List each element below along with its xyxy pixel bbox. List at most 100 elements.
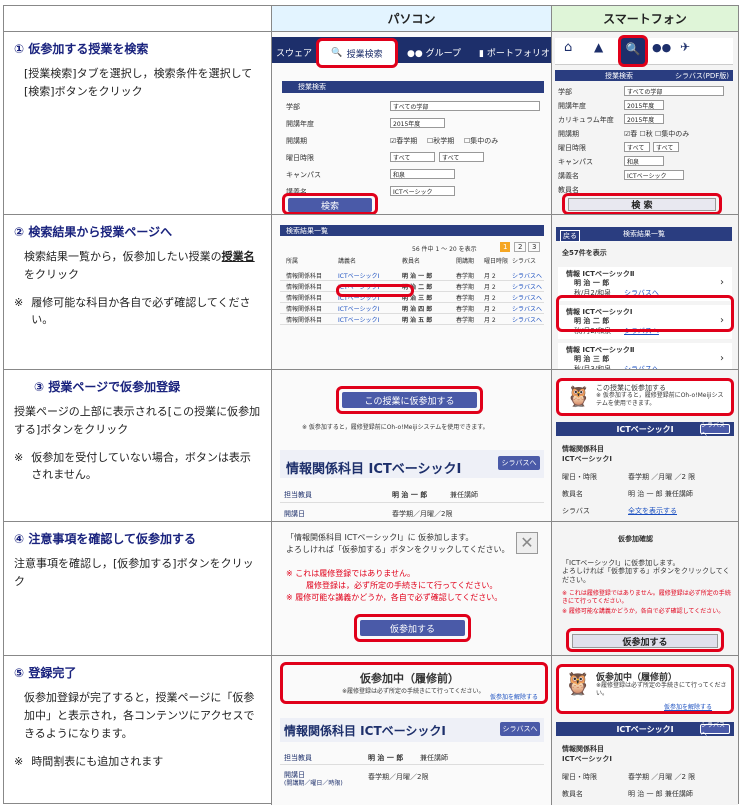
pc2-cell[interactable]: ICTベーシックⅠ: [338, 271, 379, 280]
pc1-r3-select-b[interactable]: すべて: [439, 152, 484, 162]
pc4-red2: 履修登録は，必ず所定の手続きにて行ってください。: [306, 581, 498, 590]
pc1-r4-select[interactable]: 和泉: [390, 169, 455, 179]
pc3-r2-label: 開講日: [284, 510, 305, 518]
sp1-chk-1: 秋: [645, 130, 653, 138]
pc2-cell[interactable]: シラバスへ: [512, 271, 542, 280]
pc2-cell[interactable]: シラバスへ: [512, 293, 542, 302]
sp1-r6-input[interactable]: ICTベーシック: [624, 170, 684, 180]
pc1-panel-label: 授業検索: [298, 83, 326, 91]
sp4-bar: 仮参加確認: [618, 535, 653, 543]
sp1-r0-select[interactable]: すべての学部: [624, 86, 724, 96]
sp1-bar-label: 授業検索: [605, 71, 633, 80]
sp1-syl-label: シラバス(PDF版): [674, 71, 729, 80]
step2-desc-course-name: 授業名: [221, 250, 255, 263]
pc1-r0-label: 学部: [286, 103, 300, 111]
pc5-r1-value: 明 治 一 郎: [368, 754, 404, 762]
pc2-cell[interactable]: シラバスへ: [512, 304, 542, 313]
sp1-r1-select[interactable]: 2015年度: [624, 100, 664, 110]
sp5-r1-value: 明 治 一 郎 兼任講師: [628, 790, 693, 798]
step2-desc-c: をクリック: [24, 268, 79, 281]
pc1-highlight-search: [282, 193, 378, 214]
pc1-chk-intensive[interactable]: ☐集中のみ: [464, 136, 498, 146]
pc1-panel-bar: 授業検索: [282, 81, 544, 93]
step2-cell: ② 検索結果から授業ページへ 検索結果一覧から，仮参加したい授業の授業名をクリッ…: [4, 215, 272, 370]
sp2-screenshot: 検索結果一覧 戻る 全57件を表示 情報 ICTベーシックⅡ 明 治 一 郎秋/月…: [552, 215, 738, 370]
pc4-line1: 「情報関係科目 ICTベーシックⅠ」に 仮参加します。: [286, 533, 474, 542]
pc2-page-3[interactable]: 3: [528, 242, 541, 252]
sp3-course-label: ICTベーシックⅠ: [616, 424, 674, 434]
pc1-screenshot: スウェア 🔍 授業検索 ●● グループ ▮ ポートフォリオ 授業検索 学部 すべて…: [272, 32, 552, 215]
pc1-chk-autumn-label: 秋学期: [433, 137, 455, 145]
chevron-right-icon: ›: [720, 353, 724, 364]
sp1-chk[interactable]: ☑春 ☐秋 ☐集中のみ: [624, 129, 689, 139]
step5-title: ⑤ 登録完了: [14, 666, 77, 680]
close-icon[interactable]: ✕: [516, 532, 538, 554]
pc2-cell: 春学期: [456, 306, 475, 313]
list-item-teacher: 明 治 一 郎: [574, 279, 610, 287]
pc1-chk-autumn[interactable]: ☐秋学期: [427, 136, 454, 146]
sp1-chk-2: 集中のみ: [661, 130, 690, 138]
sp5-k2: ICTベーシックⅠ: [562, 755, 612, 763]
pc4-red1: ※ これは履修登録ではありません。: [286, 569, 416, 578]
guide-table: パソコン スマートフォン ① 仮参加する授業を検索 [授業検索]タブを選択し，検…: [3, 5, 739, 805]
pc1-r1-select[interactable]: 2015年度: [390, 118, 445, 128]
pc2-col-header: 講義名: [338, 258, 357, 265]
pc2-cell[interactable]: ICTベーシックⅠ: [338, 304, 379, 313]
list-item[interactable]: 情報 ICTベーシックⅡ 明 治 三 郎秋/月3/和泉 シラバスへ ›: [558, 343, 732, 369]
sp3-r2-link[interactable]: 全文を表示する: [628, 506, 677, 516]
pc5-syllabus-button[interactable]: シラバスへ: [500, 722, 540, 736]
pc3-r1-sub: 兼任講師: [450, 491, 478, 499]
sp3-r0-value: 春学期 ／月曜 ／2 限: [628, 473, 696, 481]
sp1-r4-a[interactable]: すべて: [624, 142, 650, 152]
pc4-screenshot: 「情報関係科目 ICTベーシックⅠ」に 仮参加します。 よろしければ「仮参加する…: [272, 522, 552, 656]
classware-icon[interactable]: ▲: [594, 40, 603, 54]
pc1-chk-spring[interactable]: ☑春学期: [390, 136, 417, 146]
pc2-highlight-row: [336, 284, 414, 297]
pc2-count: 56 件中 1 〜 20 を表示: [412, 246, 477, 253]
sp1-r6: 講義名: [558, 172, 579, 180]
pc3-screenshot: この授業に仮参加する ※ 仮参加すると，履修登録前にOh-o!Meijiシステム…: [272, 370, 552, 522]
pc1-r3-select-a[interactable]: すべて: [390, 152, 435, 162]
sp1-r2-select[interactable]: 2015年度: [624, 114, 664, 124]
pc1-r5-input[interactable]: ICTベーシック: [390, 186, 455, 196]
note-mark: ※: [14, 296, 24, 309]
pc2-cell[interactable]: シラバスへ: [512, 315, 542, 324]
pc1-tab-group[interactable]: ●● グループ: [407, 46, 461, 59]
sp1-r2: カリキュラム年度: [558, 116, 614, 124]
sp1-r1: 開講年度: [558, 102, 586, 110]
pc2-col-header: 開講期: [456, 258, 475, 265]
pc2-page-1[interactable]: 1: [500, 242, 511, 252]
sp5-syllabus-button[interactable]: シラバスへ: [700, 722, 730, 738]
sp3-k2: ICTベーシックⅠ: [562, 455, 612, 463]
step3-desc: 授業ページの上部に表示される[この授業に仮参加する]ボタンをクリック: [14, 405, 261, 436]
pc1-r0-select[interactable]: すべての学部: [390, 101, 540, 111]
pc3-highlight-btn: [336, 386, 483, 414]
sp1-r5-select[interactable]: 和泉: [624, 156, 664, 166]
sp5-r1-label: 教員名: [562, 790, 583, 798]
plane-icon[interactable]: ✈: [680, 40, 690, 54]
sp1-r4-b[interactable]: すべて: [653, 142, 679, 152]
pc1-highlight-tab: [316, 38, 398, 68]
step4-cell: ④ 注意事項を確認して仮参加する 注意事項を確認し，[仮参加する]ボタンをクリッ…: [4, 522, 272, 656]
pc2-cell: 月 2: [484, 317, 496, 324]
pc2-cell: 明 治 一 郎: [402, 273, 433, 280]
pc2-cell[interactable]: ICTベーシックⅠ: [338, 315, 379, 324]
home-icon[interactable]: ⌂: [564, 40, 572, 55]
pc2-cell[interactable]: シラバスへ: [512, 282, 542, 291]
sp5-k1: 情報関係科目: [562, 745, 604, 753]
sp2-back-button[interactable]: 戻る: [560, 230, 580, 242]
sp3-syllabus-button[interactable]: シラバスへ: [700, 422, 730, 438]
note-mark: ※: [14, 755, 24, 768]
sp5-screenshot: 🦉 仮参加中（履修前） ※履修登録は必ず所定の手続きにて行ってください。 仮参加…: [552, 656, 738, 805]
table-row-divider: [280, 302, 544, 303]
pc3-syllabus-button[interactable]: シラバスへ: [498, 456, 540, 470]
step2-desc-a: 検索結果一覧から，仮参加したい授業の: [24, 250, 222, 263]
pc2-bar-label: 検索結果一覧: [286, 226, 328, 235]
group-icon[interactable]: ●●: [652, 41, 671, 54]
list-item-teacher: 明 治 三 郎: [574, 355, 610, 363]
pc3-r1-value: 明 治 一 郎: [392, 491, 428, 499]
pc4-highlight-btn: [354, 614, 471, 642]
pc2-page-2[interactable]: 2: [514, 242, 527, 252]
step4-desc: 注意事項を確認し，[仮参加する]ボタンをクリック: [14, 557, 254, 588]
pc1-tab-portfolio[interactable]: ▮ ポートフォリオ: [479, 46, 550, 59]
